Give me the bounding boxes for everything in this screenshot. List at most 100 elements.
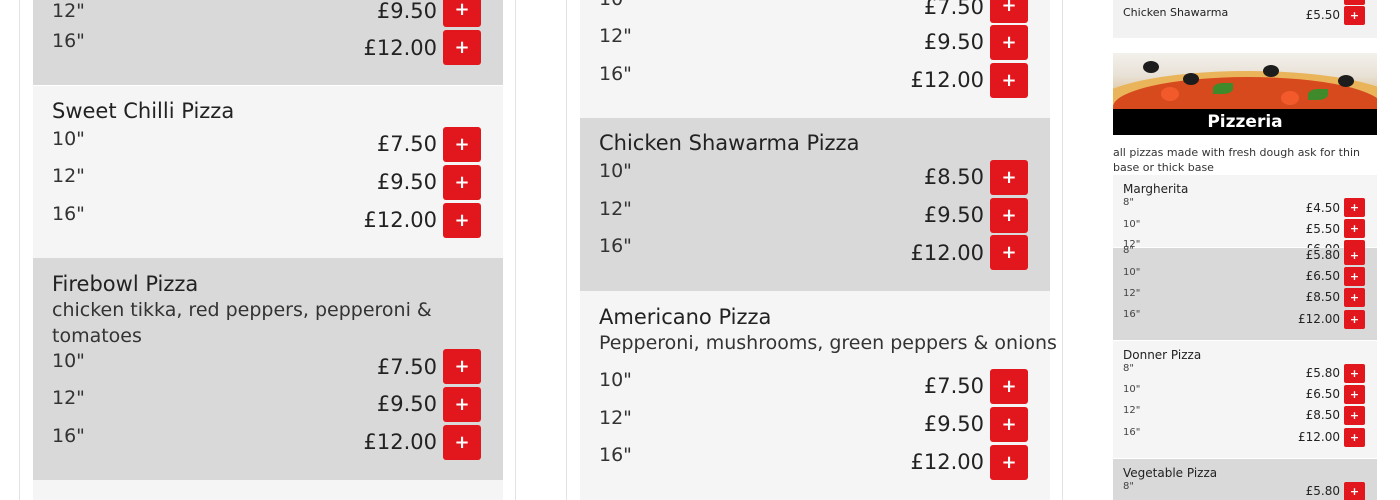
price-label: £5.80 (1305, 484, 1340, 498)
add-to-cart-button[interactable]: + (443, 387, 481, 422)
add-to-cart-button[interactable]: + (990, 63, 1028, 98)
dough-note: all pizzas made with fresh dough ask for… (1113, 146, 1360, 174)
item-name: Chicken Shawarma (1123, 6, 1229, 19)
size-label: 8" (1123, 481, 1134, 492)
size-label: 12" (599, 198, 632, 220)
size-label: 16" (1123, 427, 1141, 438)
pizza-card-americano: Americano Pizza Pepperoni, mushrooms, gr… (580, 291, 1057, 500)
pizza-description-cont: tomatoes (52, 325, 142, 347)
price-label: £6.50 (1305, 269, 1340, 283)
add-to-cart-button[interactable]: + (1344, 288, 1365, 307)
pizzeria-label: Pizzeria (1113, 109, 1377, 135)
pizzeria-banner: Pizzeria (1113, 53, 1377, 135)
pizza-description: Pepperoni, mushrooms, green peppers & on… (599, 332, 1057, 354)
size-label: 16" (52, 203, 85, 225)
add-to-cart-button[interactable]: + (1344, 0, 1365, 5)
size-label: 12" (599, 407, 632, 429)
size-label: 10" (52, 350, 85, 372)
menu-item-donner-pizza: Donner Pizza 8" £5.80 + 10" £6.50 + 12" … (1113, 341, 1377, 458)
add-to-cart-button[interactable]: + (1344, 246, 1365, 265)
price-label: £9.50 (923, 203, 984, 227)
price-label: £7.50 (923, 374, 984, 398)
add-to-cart-button[interactable]: + (443, 203, 481, 238)
size-label: 8" (1123, 363, 1134, 374)
price-label: £5.50 (1305, 222, 1340, 236)
price-label: £8.50 (1305, 408, 1340, 422)
add-to-cart-button[interactable]: + (443, 349, 481, 384)
pizza-title: Sweet Chilli Pizza (52, 99, 235, 123)
size-label: 8" (1123, 197, 1134, 208)
add-to-cart-button[interactable]: + (990, 25, 1028, 60)
price-label: £4.50 (1305, 201, 1340, 215)
pizza-card-partial: 10" £7.50 + 12" £9.50 + 16" £12.00 + (580, 0, 1050, 118)
add-to-cart-button[interactable]: + (1344, 310, 1365, 329)
add-to-cart-button[interactable]: + (1344, 428, 1365, 447)
price-label: £5.80 (1305, 248, 1340, 262)
size-label: 12" (1123, 405, 1141, 416)
price-label: £7.50 (376, 355, 437, 379)
price-label: £6.50 (1305, 387, 1340, 401)
price-label: £12.00 (363, 36, 437, 60)
add-to-cart-button[interactable]: + (443, 0, 481, 27)
price-label: £8.50 (1305, 290, 1340, 304)
pizza-photo (1113, 53, 1377, 135)
size-label: 10" (599, 160, 632, 182)
item-name: Vegetable Pizza (1123, 466, 1218, 480)
size-label: 16" (52, 30, 85, 52)
add-to-cart-button[interactable]: + (1344, 198, 1365, 217)
price-label: £9.50 (923, 412, 984, 436)
price-label: £12.00 (1298, 312, 1340, 326)
size-label: 12" (52, 0, 85, 22)
price-label: £5.80 (1305, 366, 1340, 380)
menu-item-chicken-shawarma: + Chicken Shawarma £5.50 + (1113, 0, 1377, 38)
add-to-cart-button[interactable]: + (1344, 364, 1365, 383)
price-label: £12.00 (910, 68, 984, 92)
pizza-title: Firebowl Pizza (52, 272, 199, 296)
price-label: £9.50 (376, 0, 437, 23)
add-to-cart-button[interactable]: + (990, 445, 1028, 480)
size-label: 8" (1123, 245, 1134, 256)
add-to-cart-button[interactable]: + (990, 0, 1028, 23)
add-to-cart-button[interactable]: + (990, 235, 1028, 270)
add-to-cart-button[interactable]: + (443, 425, 481, 460)
add-to-cart-button[interactable]: + (1344, 482, 1365, 500)
add-to-cart-button[interactable]: + (990, 369, 1028, 404)
size-label: 10" (1123, 267, 1141, 278)
size-label: 10" (599, 369, 632, 391)
size-label: 12" (599, 25, 632, 47)
size-label: 16" (599, 63, 632, 85)
price-label: £12.00 (363, 430, 437, 454)
pizza-card-partial: 12" £9.50 + 16" £12.00 + (33, 0, 503, 85)
size-label: 12" (52, 165, 85, 187)
size-label: 12" (52, 387, 85, 409)
size-label: 10" (1123, 384, 1141, 395)
add-to-cart-button[interactable]: + (1344, 6, 1365, 25)
item-name: Margherita (1123, 182, 1189, 196)
price-label: £9.50 (376, 170, 437, 194)
size-label: 16" (599, 444, 632, 466)
add-to-cart-button[interactable]: + (1344, 219, 1365, 238)
menu-item-partial: 8" £5.80 + 10" £6.50 + 12" £8.50 + 16" £… (1113, 245, 1377, 340)
size-label: 10" (1123, 219, 1141, 230)
price-label: £12.00 (910, 450, 984, 474)
pizza-card-firebowl: Firebowl Pizza chicken tikka, red pepper… (33, 258, 503, 480)
size-label: 16" (599, 235, 632, 257)
add-to-cart-button[interactable]: + (1344, 406, 1365, 425)
add-to-cart-button[interactable]: + (990, 198, 1028, 233)
add-to-cart-button[interactable]: + (990, 160, 1028, 195)
menu-column-3: + Chicken Shawarma £5.50 + Pizzeria all … (1105, 0, 1385, 500)
menu-column-1: 12" £9.50 + 16" £12.00 + Sweet Chilli Pi… (19, 0, 516, 500)
pizza-description: chicken tikka, red peppers, pepperoni & (52, 299, 432, 321)
add-to-cart-button[interactable]: + (443, 165, 481, 200)
add-to-cart-button[interactable]: + (1344, 385, 1365, 404)
price-label: £12.00 (363, 208, 437, 232)
menu-item-margherita: Margherita 8" £4.50 + 10" £5.50 + 12" £6… (1113, 175, 1377, 259)
add-to-cart-button[interactable]: + (443, 30, 481, 65)
price-label: £12.00 (1298, 430, 1340, 444)
add-to-cart-button[interactable]: + (1344, 267, 1365, 286)
add-to-cart-button[interactable]: + (990, 407, 1028, 442)
price-label: £9.50 (923, 30, 984, 54)
add-to-cart-button[interactable]: + (443, 127, 481, 162)
item-name: Donner Pizza (1123, 348, 1202, 362)
size-label: 16" (1123, 309, 1141, 320)
